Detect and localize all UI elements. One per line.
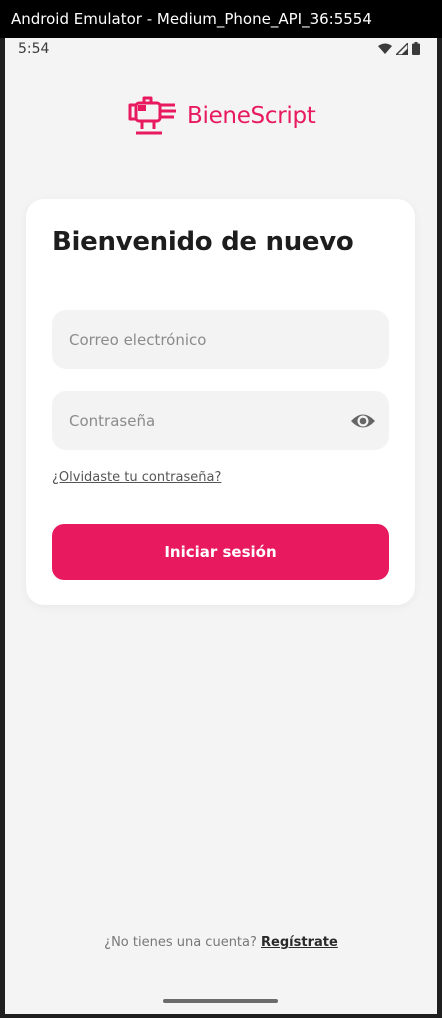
battery-icon	[412, 42, 420, 55]
signup-link[interactable]: Regístrate	[261, 935, 338, 950]
signup-row: ¿No tienes una cuenta? Regístrate	[5, 935, 437, 950]
forgot-password-link[interactable]: ¿Olvidaste tu contraseña?	[52, 470, 221, 485]
brand-logo: BieneScript	[124, 94, 316, 138]
window-titlebar: Android Emulator - Medium_Phone_API_36:5…	[0, 0, 442, 38]
page-title: Bienvenido de nuevo	[52, 227, 354, 257]
gesture-nav-bar[interactable]	[163, 999, 278, 1003]
wifi-icon	[378, 43, 392, 54]
login-card: Bienvenido de nuevo ¿Olvidaste tu contra…	[26, 199, 415, 605]
login-button[interactable]: Iniciar sesión	[52, 524, 389, 580]
password-field[interactable]	[52, 391, 389, 450]
email-field-container	[52, 310, 389, 369]
brand-name: BieneScript	[187, 103, 316, 129]
eye-icon[interactable]	[350, 409, 376, 433]
robot-hand-icon	[128, 96, 176, 135]
status-icons	[378, 42, 420, 55]
email-field[interactable]	[52, 310, 389, 369]
status-bar: 5:54	[5, 38, 437, 62]
signal-icon	[396, 42, 408, 55]
status-time: 5:54	[18, 41, 50, 57]
phone-screen: 5:54 BieneScript Bienvenido de nuevo Cor…	[5, 38, 437, 1014]
password-field-container	[52, 391, 389, 450]
signup-prompt: ¿No tienes una cuenta?	[104, 935, 257, 950]
